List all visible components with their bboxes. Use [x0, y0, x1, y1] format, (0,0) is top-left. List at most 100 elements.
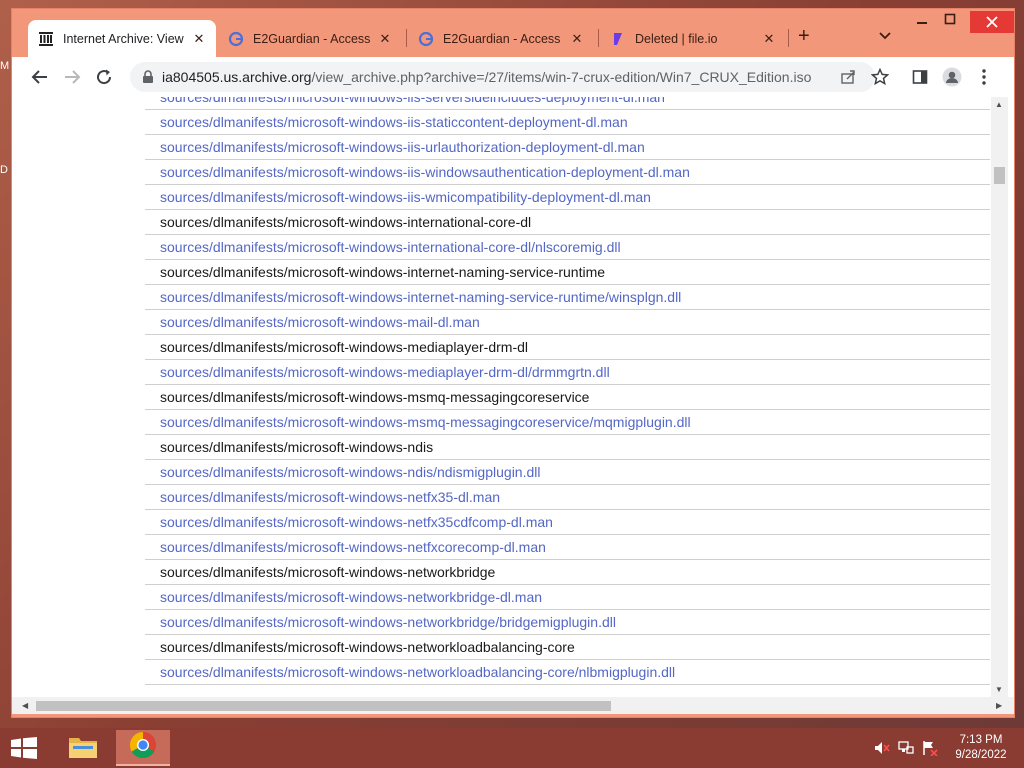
file-link-row[interactable]: sources/dlmanifests/microsoft-windows-ne…	[145, 535, 990, 560]
file-link[interactable]: sources/dlmanifests/microsoft-windows-ii…	[160, 164, 690, 180]
scroll-right-arrow-icon[interactable]: ▶	[996, 701, 1002, 710]
tab-close-icon[interactable]: ✕	[378, 31, 392, 47]
tab-close-icon[interactable]: ✕	[570, 31, 584, 47]
windows-start-icon[interactable]	[10, 737, 38, 759]
file-link-row[interactable]: sources/dlmanifests/microsoft-windows-nd…	[145, 460, 990, 485]
file-link[interactable]: sources/dlmanifests/microsoft-windows-me…	[160, 364, 610, 380]
tab-separator	[788, 29, 789, 47]
file-link-row[interactable]: sources/dlmanifests/microsoft-windows-me…	[145, 360, 990, 385]
tab-search-chevron-icon[interactable]	[878, 29, 892, 43]
file-link[interactable]: sources/dlmanifests/microsoft-windows-ne…	[160, 614, 616, 630]
folder-row: sources/dlmanifests/microsoft-windows-ne…	[145, 560, 990, 585]
file-link-row[interactable]: sources/dlmanifests/microsoft-windows-ne…	[145, 585, 990, 610]
folder-path: sources/dlmanifests/microsoft-windows-nd…	[160, 439, 434, 455]
folder-path: sources/dlmanifests/microsoft-windows-in…	[160, 264, 606, 280]
scroll-down-arrow-icon[interactable]: ▼	[995, 685, 1003, 694]
share-icon[interactable]	[838, 67, 858, 87]
scrollbar-thumb[interactable]	[994, 167, 1005, 184]
lock-icon[interactable]	[142, 70, 154, 84]
file-explorer-taskbar-button[interactable]	[56, 730, 110, 766]
reload-icon[interactable]	[94, 67, 114, 87]
chrome-taskbar-button[interactable]	[116, 730, 170, 766]
file-link[interactable]: sources/dlmanifests/microsoft-windows-ii…	[160, 139, 645, 155]
clock-time: 7:13 PM	[959, 734, 1003, 746]
file-link-row[interactable]: sources/dlmanifests/microsoft-windows-ii…	[145, 110, 990, 135]
horizontal-scrollbar[interactable]: ◀ ▶	[12, 697, 1014, 714]
folder-path: sources/dlmanifests/microsoft-windows-ne…	[160, 564, 496, 580]
file-link[interactable]: sources/dlmanifests/microsoft-windows-ne…	[160, 514, 553, 530]
file-link[interactable]: sources/dlmanifests/microsoft-windows-ms…	[160, 414, 691, 430]
file-link[interactable]: sources/dlmanifests/microsoft-windows-ii…	[160, 114, 628, 130]
file-link-row[interactable]: sources/dlmanifests/microsoft-windows-ii…	[145, 160, 990, 185]
forward-arrow-icon[interactable]	[62, 67, 82, 87]
file-link-row[interactable]: sources/dlmanifests/microsoft-windows-ne…	[145, 485, 990, 510]
tab-title: Deleted | file.io	[635, 31, 718, 46]
side-panel-icon[interactable]	[910, 67, 930, 87]
tab-fileio[interactable]: Deleted | file.io ✕	[600, 20, 786, 57]
folder-row: sources/dlmanifests/microsoft-windows-ms…	[145, 385, 990, 410]
new-tab-button[interactable]: +	[798, 26, 810, 46]
volume-muted-icon[interactable]	[874, 740, 890, 759]
file-link[interactable]: sources/dlmanifests/microsoft-windows-ne…	[160, 489, 500, 505]
clock-date: 9/28/2022	[955, 749, 1007, 761]
file-list: sources/dlmanifests/microsoft-windows-ii…	[145, 97, 990, 685]
fileio-icon	[610, 31, 626, 47]
tab-separator	[598, 29, 599, 47]
notification-flag-icon[interactable]	[922, 740, 938, 759]
network-icon[interactable]	[898, 740, 914, 759]
file-link[interactable]: sources/dlmanifests/microsoft-windows-ma…	[160, 314, 480, 330]
chrome-icon	[129, 731, 157, 764]
scrollbar-thumb[interactable]	[36, 701, 611, 711]
google-icon	[228, 31, 244, 47]
page-content: sources/dlmanifests/microsoft-windows-ii…	[12, 97, 1014, 697]
file-link[interactable]: sources/dlmanifests/microsoft-windows-ii…	[160, 97, 665, 105]
file-link-row[interactable]: sources/dlmanifests/microsoft-windows-ma…	[145, 310, 990, 335]
profile-avatar-icon[interactable]	[942, 67, 962, 87]
scroll-up-arrow-icon[interactable]: ▲	[995, 100, 1003, 109]
file-link[interactable]: sources/dlmanifests/microsoft-windows-ne…	[160, 539, 546, 555]
url-path: /view_archive.php?archive=/27/items/win-…	[311, 69, 812, 85]
tab-close-icon[interactable]: ✕	[192, 31, 206, 47]
back-arrow-icon[interactable]	[30, 67, 50, 87]
tab-e2guardian-1[interactable]: E2Guardian - Access De ✕	[218, 20, 402, 57]
browser-toolbar: ia804505.us.archive.org/view_archive.php…	[12, 57, 1014, 97]
vertical-scrollbar[interactable]: ▲ ▼	[991, 97, 1008, 697]
file-link-row[interactable]: sources/dlmanifests/microsoft-windows-ii…	[145, 135, 990, 160]
browser-window: Internet Archive: View A ✕ E2Guardian - …	[11, 8, 1015, 718]
scroll-left-arrow-icon[interactable]: ◀	[22, 701, 28, 710]
tab-strip: Internet Archive: View A ✕ E2Guardian - …	[12, 9, 1014, 57]
file-link-row[interactable]: sources/dlmanifests/microsoft-windows-in…	[145, 235, 990, 260]
folder-row: sources/dlmanifests/microsoft-windows-me…	[145, 335, 990, 360]
close-window-button[interactable]	[970, 11, 1014, 33]
file-link[interactable]: sources/dlmanifests/microsoft-windows-in…	[160, 239, 621, 255]
tab-internet-archive[interactable]: Internet Archive: View A ✕	[28, 20, 216, 57]
file-link-row[interactable]: sources/dlmanifests/microsoft-windows-ms…	[145, 410, 990, 435]
folder-row: sources/dlmanifests/microsoft-windows-in…	[145, 260, 990, 285]
file-link[interactable]: sources/dlmanifests/microsoft-windows-ne…	[160, 664, 675, 680]
file-link-row[interactable]: sources/dlmanifests/microsoft-windows-ne…	[145, 660, 990, 685]
tab-close-icon[interactable]: ✕	[762, 31, 776, 47]
menu-kebab-icon[interactable]	[974, 67, 994, 87]
folder-row: sources/dlmanifests/microsoft-windows-nd…	[145, 435, 990, 460]
folder-path: sources/dlmanifests/microsoft-windows-me…	[160, 339, 528, 355]
file-link-row[interactable]: sources/dlmanifests/microsoft-windows-ii…	[145, 185, 990, 210]
maximize-button[interactable]	[935, 13, 965, 28]
tab-e2guardian-2[interactable]: E2Guardian - Access De ✕	[408, 20, 594, 57]
file-link[interactable]: sources/dlmanifests/microsoft-windows-in…	[160, 289, 681, 305]
taskbar: 7:13 PM 9/28/2022	[0, 728, 1024, 768]
file-link[interactable]: sources/dlmanifests/microsoft-windows-ii…	[160, 189, 651, 205]
file-link-row[interactable]: sources/dlmanifests/microsoft-windows-ne…	[145, 610, 990, 635]
desktop-icon-label-stub[interactable]: D	[0, 164, 8, 176]
folder-row: sources/dlmanifests/microsoft-windows-ne…	[145, 635, 990, 660]
address-bar[interactable]: ia804505.us.archive.org/view_archive.php…	[130, 62, 875, 92]
file-link-row[interactable]: sources/dlmanifests/microsoft-windows-ne…	[145, 510, 990, 535]
file-link[interactable]: sources/dlmanifests/microsoft-windows-ne…	[160, 589, 542, 605]
file-link-row[interactable]: sources/dlmanifests/microsoft-windows-ii…	[145, 97, 990, 110]
minimize-button[interactable]	[907, 13, 937, 28]
file-link-row[interactable]: sources/dlmanifests/microsoft-windows-in…	[145, 285, 990, 310]
bookmark-star-icon[interactable]	[870, 67, 890, 87]
tab-separator	[406, 29, 407, 47]
desktop-icon-label-stub[interactable]: M	[0, 60, 9, 72]
file-link[interactable]: sources/dlmanifests/microsoft-windows-nd…	[160, 464, 540, 480]
system-clock[interactable]: 7:13 PM 9/28/2022	[952, 733, 1010, 763]
